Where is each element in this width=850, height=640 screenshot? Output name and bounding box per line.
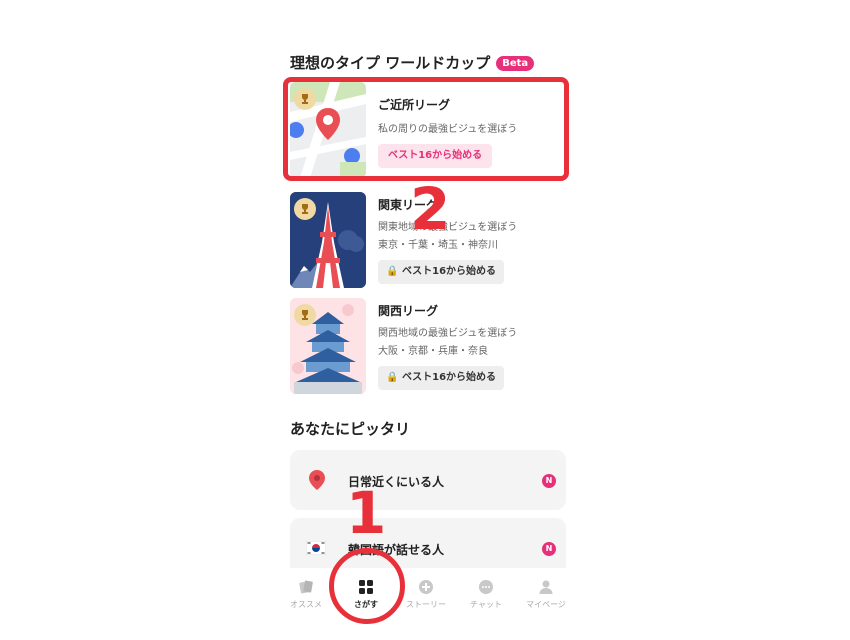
tab-osusume[interactable]: オススメ (276, 578, 336, 610)
button-label: ベスト16から始める (401, 266, 497, 277)
new-badge: N (542, 474, 556, 488)
beta-badge: Beta (496, 56, 535, 71)
chat-bubble-icon (456, 578, 516, 596)
tab-label: マイページ (526, 600, 566, 609)
tab-mypage[interactable]: マイページ (516, 578, 576, 610)
tab-label: チャット (470, 600, 502, 609)
league-areas: 大阪・京都・兵庫・奈良 (378, 346, 488, 357)
worldcup-title-row: 理想のタイプ ワールドカップ Beta (290, 52, 535, 73)
lock-icon: 🔒 (386, 266, 399, 277)
cards-icon (276, 578, 336, 596)
annotation-step-1: 1 (346, 479, 387, 547)
lock-icon: 🔒 (386, 372, 399, 383)
new-badge: N (542, 542, 556, 556)
plus-circle-icon (396, 578, 456, 596)
recommend-title: あなたにピッタリ (290, 420, 411, 438)
annotation-highlight-box (283, 77, 569, 181)
recommend-item-nearby[interactable]: 日常近くにいる人 N (290, 450, 566, 510)
tab-chat[interactable]: チャット (456, 578, 516, 610)
trophy-icon (294, 304, 316, 326)
bottom-tab-bar: オススメ さがす ストーリー チャット マイページ (276, 568, 576, 626)
annotation-step-2: 2 (410, 175, 451, 243)
location-pin-icon (308, 470, 326, 494)
league-card-kansai[interactable]: 関西リーグ 関西地域の最強ビジュを選ぼう 大阪・京都・兵庫・奈良 🔒 ベスト16… (290, 298, 570, 394)
league-subtitle: 関西地域の最強ビジュを選ぼう (378, 328, 518, 339)
button-label: ベスト16から始める (401, 372, 497, 383)
start-best16-button-locked[interactable]: 🔒 ベスト16から始める (378, 366, 505, 390)
korea-flag-icon (305, 540, 327, 559)
league-title: 関西リーグ (378, 304, 439, 318)
worldcup-title: 理想のタイプ ワールドカップ (290, 54, 491, 72)
tab-story[interactable]: ストーリー (396, 578, 456, 610)
annotation-highlight-circle (329, 548, 405, 624)
tab-label: オススメ (290, 600, 322, 609)
person-icon (516, 578, 576, 596)
trophy-icon (294, 198, 316, 220)
start-best16-button-locked[interactable]: 🔒 ベスト16から始める (378, 260, 505, 284)
tab-label: ストーリー (406, 600, 446, 609)
